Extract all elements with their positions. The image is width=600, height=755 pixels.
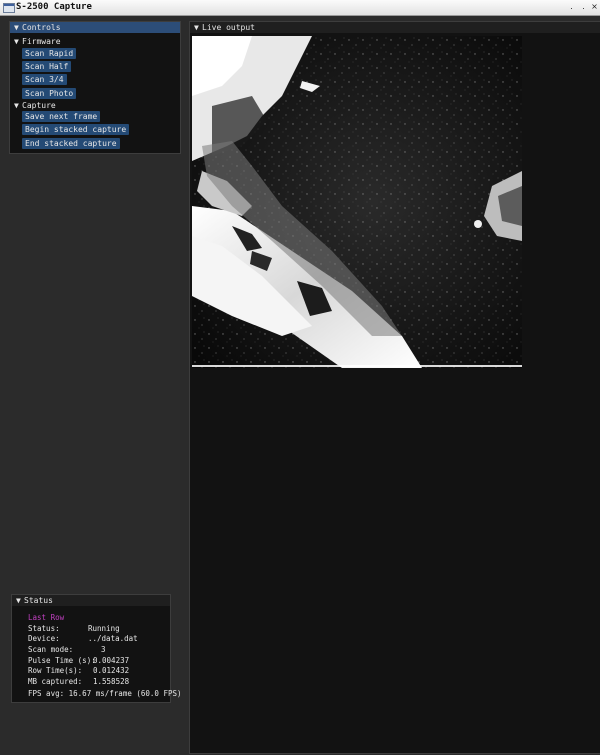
pulse-time-row-value: 0.004237: [93, 656, 130, 665]
live-output-title: Live output: [202, 23, 255, 32]
capture-label: Capture: [22, 101, 56, 110]
minimize-button[interactable]: ․: [566, 1, 577, 12]
firmware-tree-node[interactable]: ▼ Firmware: [14, 37, 61, 46]
controls-header[interactable]: ▼ Controls: [10, 22, 180, 33]
close-button[interactable]: ×: [589, 1, 600, 12]
collapse-arrow-icon[interactable]: ▼: [194, 22, 202, 33]
status-title: Status: [24, 596, 53, 605]
collapse-arrow-icon[interactable]: ▼: [14, 37, 22, 46]
device-row-label: Device:: [28, 634, 60, 643]
save-next-frame-button[interactable]: Save next frame: [22, 111, 101, 122]
end-stacked-capture-button[interactable]: End stacked capture: [22, 138, 120, 149]
begin-stacked-capture-button[interactable]: Begin stacked capture: [22, 124, 130, 135]
fps-readout: FPS avg: 16.67 ms/frame (60.0 FPS): [28, 689, 182, 698]
scan-half-button[interactable]: Scan Half: [22, 61, 72, 72]
row-time-row-value: 0.012432: [93, 666, 130, 675]
status-header[interactable]: ▼ Status: [12, 595, 170, 606]
status-row-value: Running: [88, 624, 120, 633]
device-row-value: ../data.dat: [88, 634, 138, 643]
controls-title: Controls: [22, 23, 61, 32]
status-window: ▼ Status Last Row Status: Running Device:…: [11, 594, 182, 703]
mb-captured-row-label: MB captured:: [28, 677, 83, 686]
capture-tree-node[interactable]: ▼ Capture: [14, 101, 56, 110]
scan-rapid-button[interactable]: Scan Rapid: [22, 48, 77, 59]
collapse-arrow-icon[interactable]: ▼: [14, 101, 22, 110]
scan-mode-row-label: Scan mode:: [28, 645, 74, 654]
controls-window: ▼ Controls ▼ Firmware Scan Rapid Scan Half…: [9, 21, 181, 154]
scan-photo-button[interactable]: Scan Photo: [22, 88, 77, 99]
scan-three-quarter-button[interactable]: Scan 3/4: [22, 74, 67, 85]
sem-image: [192, 36, 522, 368]
row-time-row-label: Row Time(s):: [28, 666, 83, 675]
live-output-header[interactable]: ▼ Live output: [190, 22, 600, 33]
live-output-window: ▼ Live output: [189, 21, 600, 754]
sem-image-graphic: [192, 36, 522, 368]
collapse-arrow-icon[interactable]: ▼: [14, 22, 22, 33]
title-bar: S-2500 Capture ․ ․ ×: [0, 0, 600, 16]
firmware-label: Firmware: [22, 37, 61, 46]
app-window-icon: [3, 3, 15, 13]
status-row-label: Status:: [28, 624, 60, 633]
maximize-button[interactable]: ․: [578, 1, 589, 12]
pulse-time-row-label: Pulse Time (s):: [28, 656, 96, 665]
scan-mode-row-value: 3: [101, 645, 106, 654]
collapse-arrow-icon[interactable]: ▼: [16, 595, 24, 606]
mb-captured-row-value: 1.558528: [93, 677, 130, 686]
window-title: S-2500 Capture: [16, 2, 92, 12]
last-row-heading: Last Row: [28, 613, 65, 622]
